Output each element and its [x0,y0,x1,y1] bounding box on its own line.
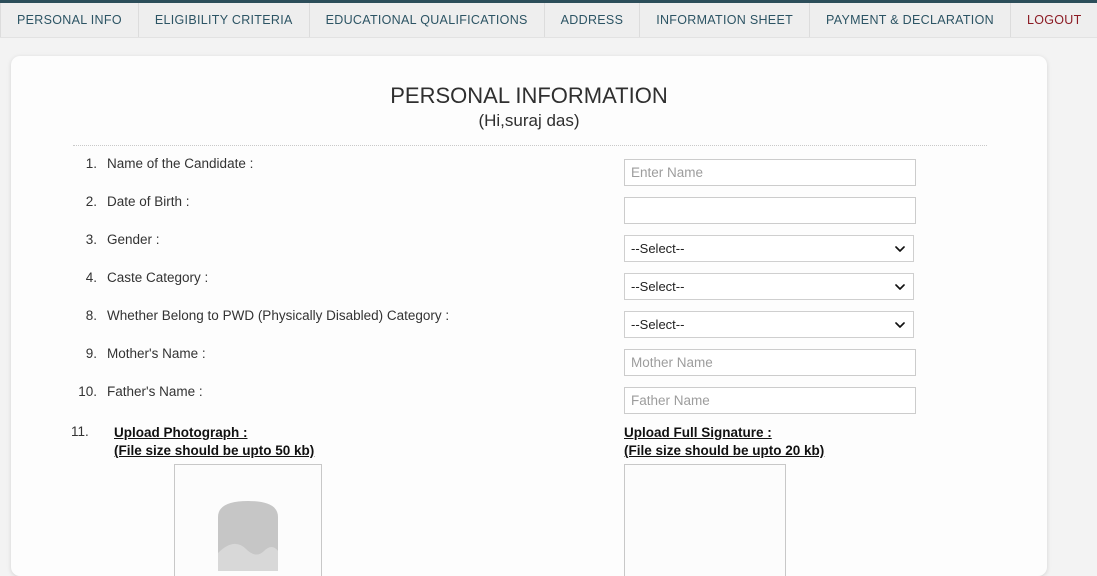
form-row-uploads: 11. Upload Photograph : (File size shoul… [11,423,1047,576]
form-field [624,386,916,414]
form-field [624,158,916,186]
row-label-text: Date of Birth : [107,193,190,209]
upload-photograph-group: 11. Upload Photograph : (File size shoul… [71,423,591,576]
nav-item-payment-declaration[interactable]: PAYMENT & DECLARATION [810,3,1011,37]
personal-information-form: 1. Name of the Candidate : 2. Date of Bi… [11,156,1047,576]
nav-item-label: PERSONAL INFO [17,13,122,27]
personal-information-card: PERSONAL INFORMATION (Hi,suraj das) 1. N… [11,56,1047,576]
upload-photograph-label: Upload Photograph : (File size should be… [114,424,591,460]
user-greeting: (Hi,suraj das) [478,110,580,130]
nav-item-label: ELIGIBILITY CRITERIA [154,13,293,27]
form-row-mother-name: 9. Mother's Name : [11,346,1047,384]
row-number: 4. [85,269,97,285]
page-title: PERSONAL INFORMATION [390,83,668,108]
image-placeholder-icon [218,500,278,571]
form-row-gender: 3. Gender : --Select-- [11,232,1047,270]
row-label-text: Name of the Candidate : [107,155,254,171]
upload-signature-label: Upload Full Signature : (File size shoul… [624,424,1024,460]
form-label: 10. Father's Name : [11,384,551,399]
date-of-birth-input[interactable] [624,196,916,224]
header-divider [73,144,987,146]
nav-item-eligibility-criteria[interactable]: ELIGIBILITY CRITERIA [139,3,310,37]
form-row-caste-category: 4. Caste Category : --Select-- [11,270,1047,308]
row-label-text: Whether Belong to PWD (Physically Disabl… [107,307,450,323]
row-number: 10. [78,383,97,399]
form-row-date-of-birth: 2. Date of Birth : [11,194,1047,232]
form-row-candidate-name: 1. Name of the Candidate : [11,156,1047,194]
nav-item-personal-info[interactable]: PERSONAL INFO [0,3,139,37]
row-label-text: Mother's Name : [107,345,206,361]
form-row-pwd-category: 8. Whether Belong to PWD (Physically Dis… [11,308,1047,346]
form-row-father-name: 10. Father's Name : [11,384,1047,422]
upload-photograph-title: Upload Photograph : [114,424,248,440]
photograph-preview-box[interactable] [174,463,322,576]
form-field [624,196,916,224]
row-number: 1. [85,155,97,171]
nav-item-label: INFORMATION SHEET [656,13,794,27]
gender-select[interactable]: --Select-- [624,234,914,262]
father-name-input[interactable] [624,386,916,414]
form-field: --Select-- [624,272,914,300]
row-number: 3. [85,231,97,247]
caste-category-select[interactable]: --Select-- [624,272,914,300]
row-number: 11. [71,423,89,439]
nav-item-information-sheet[interactable]: INFORMATION SHEET [640,3,811,37]
mother-name-input[interactable] [624,348,916,376]
nav-item-logout[interactable]: LOGOUT [1011,3,1097,37]
form-label: 3. Gender : [11,232,551,247]
form-label: 8. Whether Belong to PWD (Physically Dis… [11,308,551,323]
form-field: --Select-- [624,234,914,262]
form-label: 4. Caste Category : [11,270,551,285]
row-number: 9. [85,345,97,361]
form-label: 2. Date of Birth : [11,194,551,209]
upload-photograph-note: (File size should be upto 50 kb) [114,442,315,458]
signature-preview-box[interactable] [624,463,786,576]
upload-signature-group: Upload Full Signature : (File size shoul… [624,424,1024,576]
nav-item-label: ADDRESS [560,13,624,27]
form-field [624,348,916,376]
upload-signature-title: Upload Full Signature : [624,424,772,440]
nav-item-address[interactable]: ADDRESS [545,3,641,37]
row-label-text: Gender : [107,231,160,247]
nav-item-educational-qualifications[interactable]: EDUCATIONAL QUALIFICATIONS [310,3,545,37]
row-number: 2. [85,193,97,209]
nav-item-label: EDUCATIONAL QUALIFICATIONS [325,13,528,27]
row-number: 8. [85,307,97,323]
nav-item-label: PAYMENT & DECLARATION [826,13,994,27]
candidate-name-input[interactable] [624,158,916,186]
nav-item-label: LOGOUT [1026,13,1082,27]
row-label-text: Caste Category : [107,269,209,285]
form-field: --Select-- [624,310,914,338]
pwd-category-select[interactable]: --Select-- [624,310,914,338]
form-label: 9. Mother's Name : [11,346,551,361]
top-navigation-bar: PERSONAL INFO ELIGIBILITY CRITERIA EDUCA… [0,0,1097,38]
form-label: 1. Name of the Candidate : [11,156,551,171]
row-label-text: Father's Name : [107,383,203,399]
upload-signature-note: (File size should be upto 20 kb) [624,442,825,458]
